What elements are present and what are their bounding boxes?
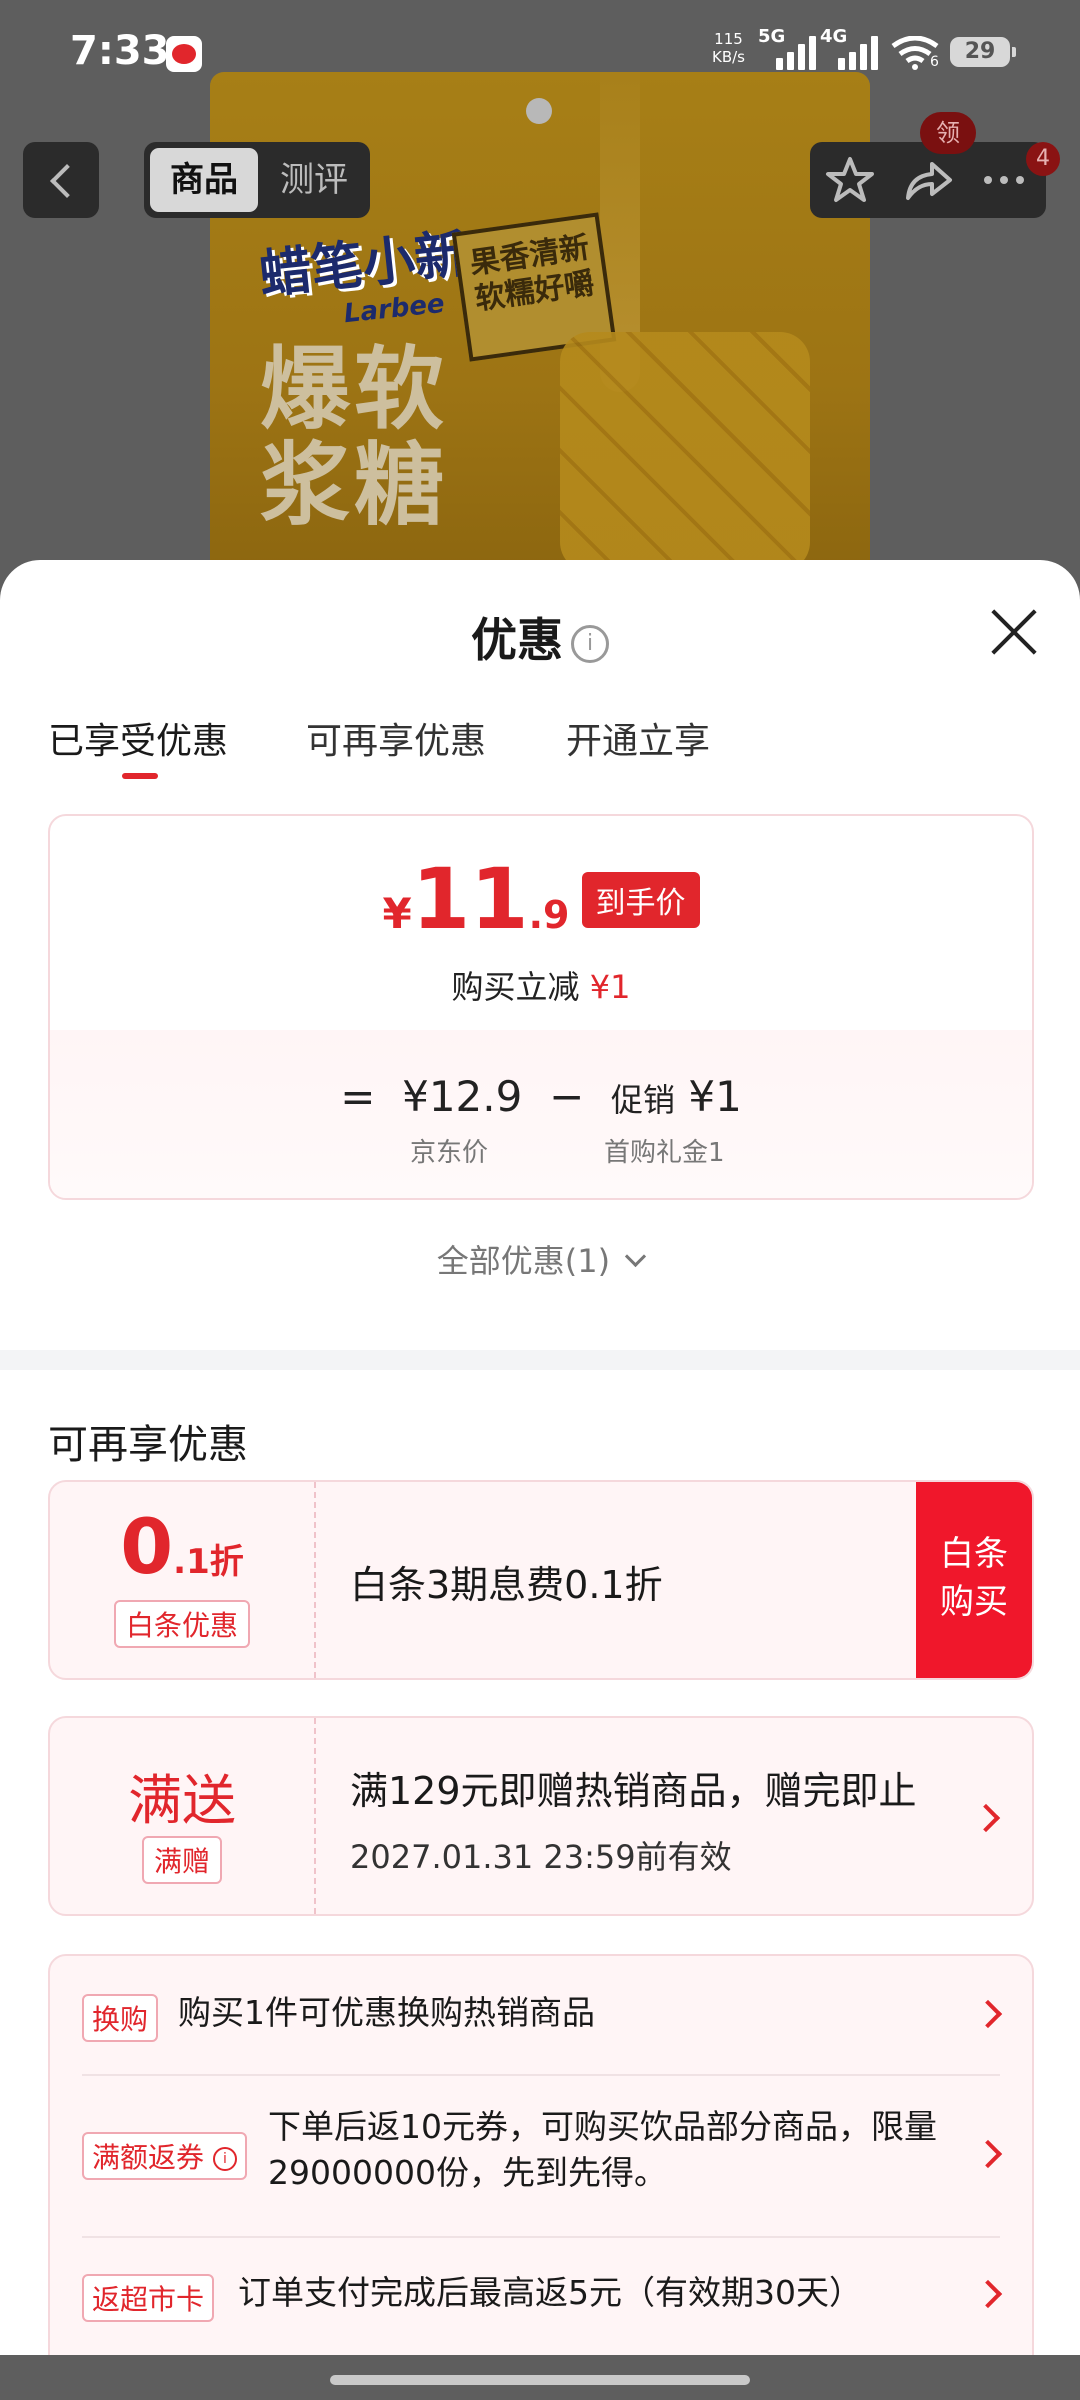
coupon-badge[interactable]: 领 xyxy=(920,112,976,154)
price-tag: 到手价 xyxy=(581,872,700,928)
base-price: ¥12.9 xyxy=(402,1072,523,1121)
offer-text: 购买1件可优惠换购热销商品 xyxy=(178,1993,595,2032)
mango-cubes xyxy=(560,332,810,572)
baitiao-tag: 白条优惠 xyxy=(114,1600,251,1648)
speed-value: 115 xyxy=(714,30,743,48)
speed-unit: KB/s xyxy=(712,48,745,66)
price-integer: 11 xyxy=(411,850,529,948)
baitiao-offer-card[interactable]: 0.1折 白条优惠 白条3期息费0.1折 白条 购买 xyxy=(48,1480,1034,1680)
product-name: 爆软 浆糖 xyxy=(260,342,448,534)
list-item[interactable]: 返超市卡 订单支付完成后最高返5元（有效期30天） xyxy=(82,2270,1003,2342)
equals-sign: = xyxy=(340,1072,376,1121)
active-tab-indicator xyxy=(122,773,158,779)
reduce-value: ¥1 xyxy=(589,968,631,1006)
product-name-line2: 浆糖 xyxy=(260,433,448,538)
price-card: ¥11.9 到手价 购买立减 ¥1 = ¥12.9 − 促销 ¥1 京东价 首购礼… xyxy=(48,814,1034,1200)
top-actions xyxy=(810,142,1046,218)
product-name-line1: 爆软 xyxy=(260,337,448,442)
offer-tag: 满额返券 i xyxy=(82,2132,247,2180)
offer-tag: 换购 xyxy=(82,1994,159,2042)
base-price-label: 京东价 xyxy=(410,1138,489,1168)
brand-logo: 蜡笔小新 Larbee xyxy=(255,211,473,337)
sheet-title: 优惠 i xyxy=(0,604,1080,670)
offer-text: 下单后返10元券，可购买饮品部分商品，限量29000000份，先到先得。 xyxy=(268,2107,937,2192)
gift-desc: 满129元即赠热销商品，赠完即止 xyxy=(350,1769,917,1813)
baitiao-left: 0.1折 白条优惠 xyxy=(50,1482,316,1678)
app-notification-icon xyxy=(166,36,202,72)
promo-value: ¥1 xyxy=(688,1072,742,1121)
sheet-title-text: 优惠 xyxy=(471,613,563,667)
gift-tag: 满赠 xyxy=(142,1836,223,1884)
gift-big: 满送 xyxy=(128,1769,236,1832)
price-currency: ¥ xyxy=(382,889,412,938)
baitiao-desc: 白条3期息费0.1折 xyxy=(350,1563,663,1607)
package-hole xyxy=(526,98,552,124)
list-item[interactable]: 换购 购买1件可优惠换购热销商品 xyxy=(82,1990,1003,2062)
reduce-label: 购买立减 xyxy=(451,968,580,1006)
minus-sign: − xyxy=(549,1072,585,1121)
star-icon[interactable] xyxy=(824,154,876,206)
price-decimal: .9 xyxy=(528,893,570,937)
back-button[interactable] xyxy=(23,142,99,218)
gift-valid: 2027.01.31 23:59前有效 xyxy=(350,1838,732,1876)
info-icon[interactable]: i xyxy=(571,624,609,663)
top-tabs: 商品 测评 xyxy=(144,142,370,218)
offer-text: 订单支付完成后最高返5元（有效期30天） xyxy=(238,2273,862,2312)
discount-sheet: 优惠 i 已享受优惠 可再享优惠 开通立享 ¥11.9 到手价 购买立减 ¥1 = … xyxy=(0,560,1080,2400)
price-formula: = ¥12.9 − 促销 ¥1 xyxy=(50,1072,1032,1121)
section-title: 可再享优惠 xyxy=(48,1422,248,1468)
tab-review[interactable]: 测评 xyxy=(264,148,364,212)
chevron-right-icon xyxy=(973,2279,1003,2309)
all-coupons-label: 全部优惠(1) xyxy=(436,1242,611,1280)
baitiao-value-big: 0 xyxy=(120,1502,174,1591)
message-count-badge: 4 xyxy=(1026,142,1060,176)
offer-tag: 返超市卡 xyxy=(82,2274,215,2322)
final-price: ¥11.9 到手价 xyxy=(50,850,1032,948)
chevron-right-icon xyxy=(971,1803,1001,1833)
baitiao-value: 0.1折 xyxy=(50,1502,314,1591)
promo-label: 促销 xyxy=(610,1081,675,1119)
chevron-down-icon xyxy=(625,1245,647,1268)
gift-offer-card[interactable]: 满送 满赠 满129元即赠热销商品，赠完即止 2027.01.31 23:59前… xyxy=(48,1716,1034,1916)
signal-4g-icon: 4G xyxy=(820,26,878,70)
row-divider xyxy=(82,2074,1000,2076)
tab-goods[interactable]: 商品 xyxy=(150,148,258,212)
tab-more-available[interactable]: 可再享优惠 xyxy=(306,712,486,764)
offer-tag-text: 满额返券 xyxy=(92,2141,205,2174)
battery-icon: 29 xyxy=(950,37,1016,67)
list-item[interactable]: 满额返券 i 下单后返10元券，可购买饮品部分商品，限量29000000份，先到… xyxy=(82,2104,1003,2204)
info-icon: i xyxy=(212,2147,237,2171)
tab-enjoyed[interactable]: 已享受优惠 xyxy=(48,712,228,764)
section-divider xyxy=(0,1350,1080,1370)
chevron-right-icon xyxy=(973,2139,1003,2169)
clock: 7:33 xyxy=(70,28,170,74)
signal-5g-icon: 5G xyxy=(758,26,816,70)
home-indicator[interactable] xyxy=(330,2375,750,2385)
wifi-icon: 6 xyxy=(890,35,940,70)
network-speed: 115 KB/s xyxy=(712,30,745,66)
more-icon[interactable] xyxy=(978,154,1030,206)
other-offers-list: 换购 购买1件可优惠换购热销商品 满额返券 i 下单后返10元券，可购买饮品部分… xyxy=(48,1954,1034,2378)
gift-left: 满送 满赠 xyxy=(50,1718,316,1914)
row-divider xyxy=(82,2236,1000,2238)
all-coupons-toggle[interactable]: 全部优惠(1) xyxy=(0,1236,1080,1282)
baitiao-value-small: .1折 xyxy=(173,1542,244,1582)
wifi-sub: 6 xyxy=(930,54,939,70)
share-icon[interactable] xyxy=(902,154,954,206)
reduce-line: 购买立减 ¥1 xyxy=(50,962,1032,1008)
tab-activate[interactable]: 开通立享 xyxy=(566,712,710,764)
close-icon[interactable] xyxy=(988,606,1040,658)
promo-sub-label: 首购礼金1 xyxy=(604,1138,725,1168)
chevron-right-icon xyxy=(973,1999,1003,2029)
baitiao-buy-button[interactable]: 白条 购买 xyxy=(916,1482,1032,1678)
